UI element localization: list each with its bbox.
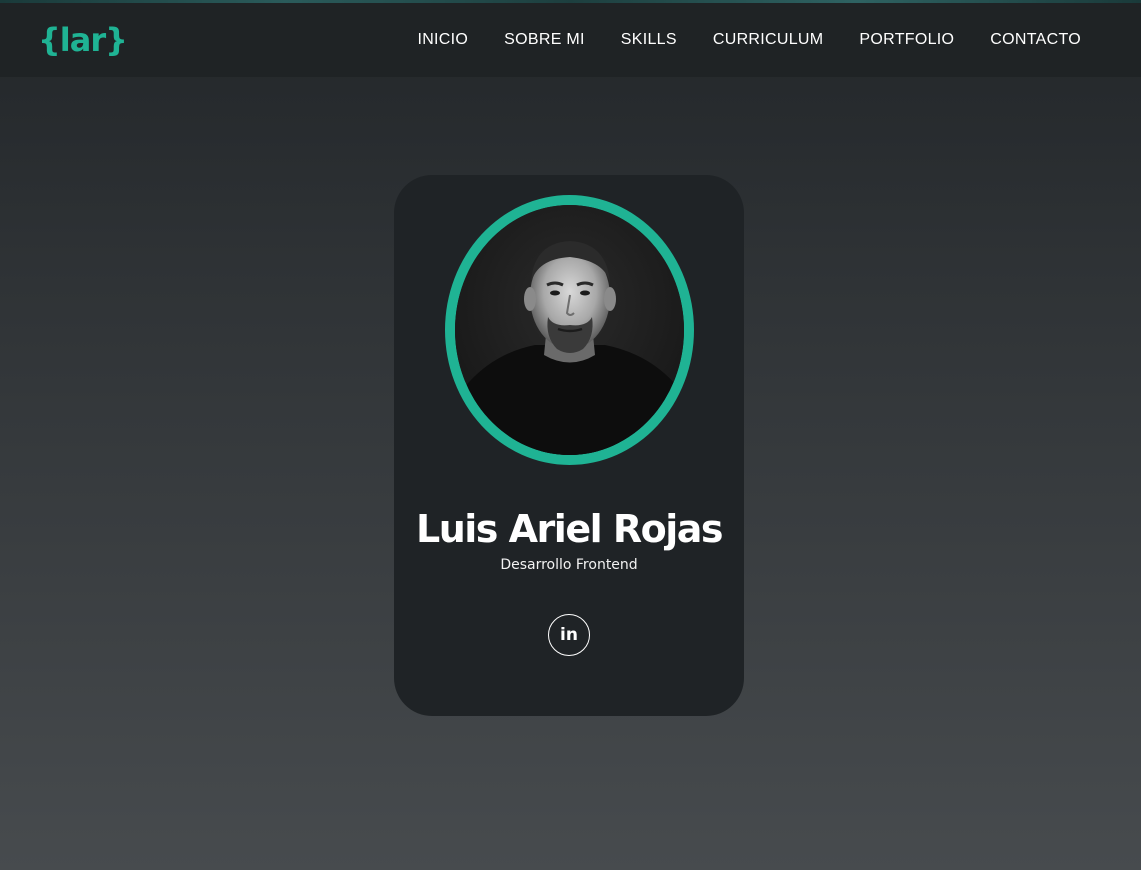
nav-item-curriculum[interactable]: CURRICULUM: [713, 31, 824, 49]
profile-name: Luis Ariel Rojas: [416, 507, 724, 551]
profile-photo: [445, 195, 694, 465]
linkedin-icon: in: [560, 625, 578, 645]
nav-item-portfolio[interactable]: PORTFOLIO: [859, 31, 954, 49]
nav-menu: INICIO SOBRE MI SKILLS CURRICULUM PORTFO…: [417, 3, 1081, 77]
navbar: {lar} INICIO SOBRE MI SKILLS CURRICULUM …: [0, 3, 1141, 77]
nav-item-sobre-mi[interactable]: SOBRE MI: [504, 31, 585, 49]
profile-photo-image: [455, 205, 684, 455]
site-logo[interactable]: {lar}: [38, 21, 128, 59]
nav-item-skills[interactable]: SKILLS: [621, 31, 677, 49]
nav-item-contacto[interactable]: CONTACTO: [990, 31, 1081, 49]
profile-role: Desarrollo Frontend: [500, 557, 638, 573]
profile-card: Luis Ariel Rojas Desarrollo Frontend in: [394, 175, 744, 716]
linkedin-button[interactable]: in: [548, 614, 590, 656]
nav-item-inicio[interactable]: INICIO: [417, 31, 468, 49]
